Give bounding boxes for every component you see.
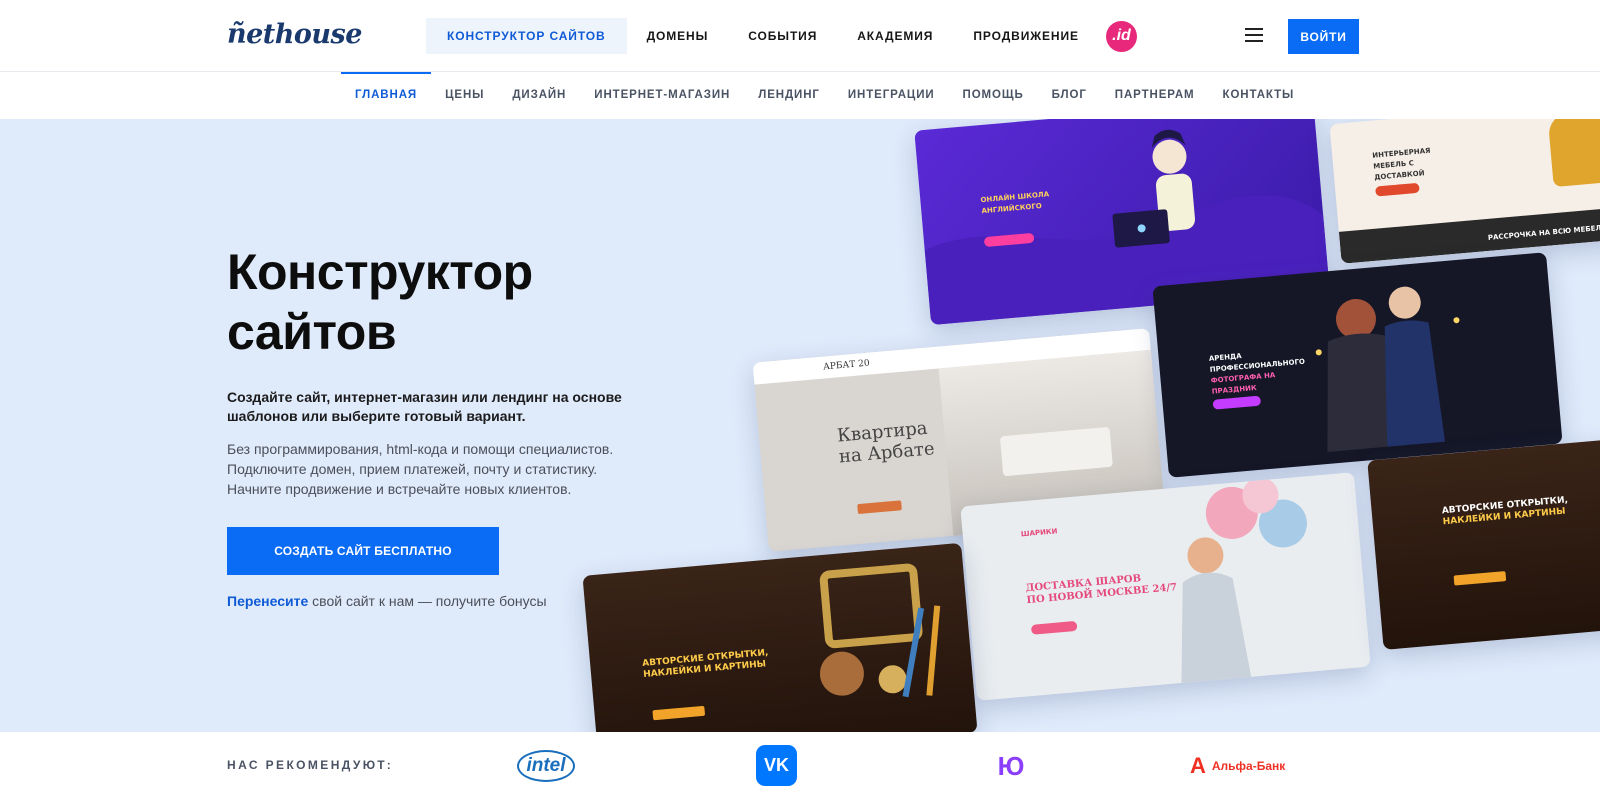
subnav-partners[interactable]: ПАРТНЕРАМ	[1101, 72, 1209, 119]
subnav-home[interactable]: ГЛАВНАЯ	[341, 72, 432, 119]
template-preview-furniture[interactable]: РАССРОЧКА НА ВСЮ МЕБЕЛЬ БЕЗ% ИНТЕРЬЕРНАЯ…	[1329, 119, 1600, 264]
subnav-integrations[interactable]: ИНТЕГРАЦИИ	[834, 72, 949, 119]
login-button[interactable]: ВОЙТИ	[1288, 19, 1359, 54]
subnav-blog[interactable]: БЛОГ	[1038, 72, 1101, 119]
id-logo[interactable]: .id	[1106, 21, 1137, 52]
postcards-right-title: АВТОРСКИЕ ОТКРЫТКИ, НАКЛЕЙКИ И КАРТИНЫ	[1441, 495, 1569, 528]
nav-academy[interactable]: АКАДЕМИЯ	[837, 18, 953, 54]
main-nav: КОНСТРУКТОР САЙТОВ ДОМЕНЫ СОБЫТИЯ АКАДЕМ…	[426, 18, 1099, 54]
furniture-title: ИНТЕРЬЕРНАЯ МЕБЕЛЬ С ДОСТАВКОЙ	[1372, 146, 1431, 182]
template-preview-balloons[interactable]: ШАРИКИ ДОСТАВКА ШАРОВ ПО НОВОЙ МОСКВЕ 24…	[960, 472, 1371, 701]
nethouse-logo[interactable]: ñethouse	[227, 19, 362, 50]
hamburger-menu-icon[interactable]	[1245, 28, 1263, 42]
vk-logo: VK	[756, 745, 797, 786]
subnav-help[interactable]: ПОМОЩЬ	[949, 72, 1038, 119]
arbat-button	[857, 500, 902, 515]
sub-nav: ГЛАВНАЯ ЦЕНЫ ДИЗАЙН ИНТЕРНЕТ-МАГАЗИН ЛЕН…	[0, 72, 1600, 119]
subnav-online-store[interactable]: ИНТЕРНЕТ-МАГАЗИН	[580, 72, 744, 119]
nav-site-builder[interactable]: КОНСТРУКТОР САЙТОВ	[426, 18, 627, 54]
hero-title-line-2: сайтов	[227, 304, 397, 360]
template-preview-postcards-left[interactable]: АВТОРСКИЕ ОТКРЫТКИ, НАКЛЕЙКИ И КАРТИНЫ	[582, 542, 978, 732]
nav-promotion[interactable]: ПРОДВИЖЕНИЕ	[953, 18, 1099, 54]
recommend-bar: НАС РЕКОМЕНДУЮТ: intel VK Ю А Альфа-Банк	[0, 732, 1600, 800]
template-preview-photographer[interactable]: АРЕНДА ПРОФЕССИОНАЛЬНОГО ФОТОГРАФА НА ПР…	[1152, 252, 1563, 478]
intel-logo: intel	[517, 750, 575, 782]
template-collage: ОНЛАЙН ШКОЛА АНГЛИЙСКОГО РАССРОЧКА НА ВС…	[560, 119, 1600, 732]
alfa-bank-mark: А	[1190, 753, 1206, 778]
transfer-link[interactable]: Перенесите	[227, 593, 308, 609]
yoomoney-logo: Ю	[997, 750, 1025, 781]
recommend-label: НАС РЕКОМЕНДУЮТ:	[227, 758, 394, 772]
hero-title-line-1: Конструктор	[227, 244, 533, 300]
create-site-button[interactable]: СОЗДАТЬ САЙТ БЕСПЛАТНО	[227, 527, 499, 575]
furniture-button	[1375, 182, 1420, 197]
transfer-note: Перенесите свой сайт к нам — получите бо…	[227, 593, 547, 609]
postcards-right-button	[1453, 571, 1507, 586]
alfa-bank-name: Альфа-Банк	[1211, 759, 1286, 773]
subnav-prices[interactable]: ЦЕНЫ	[431, 72, 498, 119]
nav-domains[interactable]: ДОМЕНЫ	[627, 18, 729, 54]
paint-palette-illustration	[819, 563, 941, 698]
transfer-text: свой сайт к нам — получите бонусы	[308, 593, 547, 609]
template-preview-postcards-right[interactable]: АВТОРСКИЕ ОТКРЫТКИ, НАКЛЕЙКИ И КАРТИНЫ	[1367, 438, 1600, 650]
subnav-design[interactable]: ДИЗАЙН	[498, 72, 580, 119]
hero-section: Конструктор сайтов Создайте сайт, интерн…	[0, 119, 1600, 732]
subnav-contacts[interactable]: КОНТАКТЫ	[1209, 72, 1309, 119]
top-header: ñethouse КОНСТРУКТОР САЙТОВ ДОМЕНЫ СОБЫТ…	[0, 0, 1600, 72]
hero-title: Конструктор сайтов	[227, 242, 533, 362]
nav-events[interactable]: СОБЫТИЯ	[728, 18, 837, 54]
subnav-landing[interactable]: ЛЕНДИНГ	[744, 72, 834, 119]
alfa-bank-logo: А Альфа-Банк	[1190, 746, 1300, 786]
arbat-title: Квартира на Арбате	[836, 417, 936, 468]
